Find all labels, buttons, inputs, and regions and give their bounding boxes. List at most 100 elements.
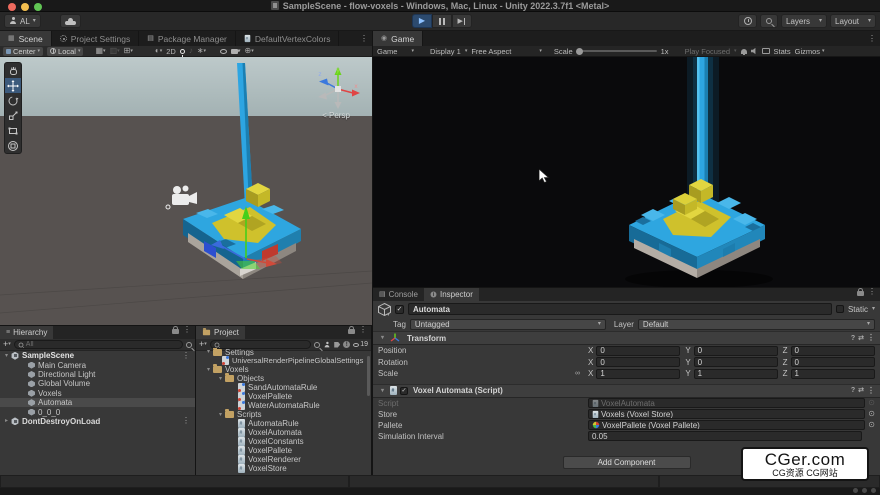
hierarchy-more-button[interactable] bbox=[179, 326, 195, 339]
foldout-arrow[interactable] bbox=[378, 335, 387, 341]
scale-slider[interactable] bbox=[577, 50, 657, 52]
tree-item-folder[interactable]: Objects bbox=[196, 374, 371, 383]
active-checkbox[interactable] bbox=[395, 305, 404, 314]
hierarchy-search-input[interactable]: All bbox=[14, 340, 183, 349]
more-icon[interactable] bbox=[182, 352, 193, 360]
aspect-dropdown[interactable]: Free Aspect bbox=[471, 47, 542, 56]
scale-link-icon[interactable] bbox=[575, 370, 580, 377]
snap-increment-button[interactable] bbox=[110, 47, 120, 55]
component-enabled-checkbox[interactable] bbox=[400, 387, 408, 395]
status-dot-icon[interactable] bbox=[862, 488, 867, 493]
status-dot-icon[interactable] bbox=[871, 488, 876, 493]
perspective-label[interactable]: < Persp bbox=[300, 111, 372, 120]
search-by-type-icon[interactable] bbox=[314, 342, 320, 348]
tab-default-vertex-colors[interactable]: DefaultVertexColors bbox=[236, 31, 340, 46]
foldout-arrow[interactable] bbox=[378, 388, 387, 394]
effects-dropdown[interactable] bbox=[197, 47, 206, 55]
label-icon[interactable] bbox=[334, 342, 340, 348]
tab-inspector[interactable]: iInspector bbox=[424, 288, 479, 301]
tree-item-script[interactable]: VoxelRenderer bbox=[196, 455, 371, 464]
vsync-icon[interactable] bbox=[762, 48, 770, 54]
project-more-button[interactable] bbox=[355, 326, 371, 339]
game-viewport[interactable] bbox=[372, 57, 880, 287]
position-y-field[interactable]: 0 bbox=[694, 346, 778, 356]
tree-item-script[interactable]: VoxelPallete bbox=[196, 446, 371, 455]
game-tabbar-more-button[interactable] bbox=[864, 31, 880, 46]
tree-item-asset[interactable]: SandAutomataRule bbox=[196, 383, 371, 392]
rotation-z-field[interactable]: 0 bbox=[791, 357, 875, 367]
favorites-icon[interactable] bbox=[324, 341, 330, 347]
toggle-2d-button[interactable]: 2D bbox=[166, 47, 176, 56]
display-dropdown[interactable]: Display 1 bbox=[430, 47, 467, 56]
play-focused-dropdown[interactable]: Play Focused bbox=[685, 47, 737, 56]
tab-console[interactable]: Console bbox=[373, 288, 424, 301]
mute-audio-toggle[interactable] bbox=[741, 49, 747, 54]
pallete-object-field[interactable]: VoxelPallete (Voxel Pallete) bbox=[588, 420, 865, 430]
search-by-type-icon[interactable] bbox=[186, 342, 192, 348]
object-picker-icon[interactable] bbox=[868, 421, 875, 429]
layers-dropdown[interactable]: Layers bbox=[781, 14, 827, 28]
expand-arrow[interactable] bbox=[204, 367, 213, 373]
tree-item-asset[interactable]: VoxelPallete bbox=[196, 392, 371, 401]
scale-slider-knob[interactable] bbox=[576, 48, 583, 55]
tree-item[interactable]: Main Camera bbox=[0, 360, 195, 369]
tree-item[interactable]: Directional Light bbox=[0, 370, 195, 379]
rotate-tool[interactable] bbox=[5, 93, 21, 108]
position-z-field[interactable]: 0 bbox=[791, 346, 875, 356]
rotation-y-field[interactable]: 0 bbox=[694, 357, 778, 367]
tree-item-selected[interactable]: Automata bbox=[0, 398, 195, 407]
tab-project-settings[interactable]: Project Settings bbox=[52, 31, 140, 46]
help-icon[interactable] bbox=[851, 387, 855, 394]
play-button[interactable] bbox=[412, 14, 432, 28]
scale-x-field[interactable]: 1 bbox=[596, 369, 680, 379]
stats-toggle[interactable]: Stats bbox=[774, 47, 791, 56]
cloud-services-button[interactable] bbox=[60, 14, 81, 28]
collapse-arrow[interactable] bbox=[2, 418, 11, 424]
step-button[interactable] bbox=[452, 14, 472, 28]
tree-item-script[interactable]: AutomataRule bbox=[196, 419, 371, 428]
project-scrollbar[interactable] bbox=[367, 356, 370, 396]
tree-item[interactable]: 0_0_0 bbox=[0, 407, 195, 416]
scene-viewport[interactable]: y x z < Persp bbox=[0, 57, 372, 325]
status-message-area[interactable] bbox=[0, 475, 349, 488]
tree-item-folder[interactable]: Voxels bbox=[196, 365, 371, 374]
rect-tool[interactable] bbox=[5, 123, 21, 138]
layer-dropdown[interactable]: Default bbox=[638, 319, 875, 330]
undo-history-button[interactable] bbox=[738, 14, 757, 28]
lock-icon[interactable] bbox=[857, 291, 864, 296]
camera-settings-dropdown[interactable] bbox=[231, 49, 241, 54]
more-icon[interactable] bbox=[867, 387, 875, 395]
pivot-dropdown[interactable]: Center bbox=[3, 47, 43, 56]
tree-item-folder[interactable]: Settings bbox=[196, 348, 371, 356]
tree-item-scene[interactable]: SampleScene bbox=[0, 351, 195, 360]
expand-arrow[interactable] bbox=[2, 353, 11, 359]
tab-game[interactable]: Game bbox=[373, 31, 423, 46]
tab-hierarchy[interactable]: ≡Hierarchy bbox=[0, 326, 53, 339]
tree-item-folder[interactable]: Scripts bbox=[196, 410, 371, 419]
tree-item[interactable]: Voxels bbox=[0, 389, 195, 398]
tab-package-manager[interactable]: Package Manager bbox=[139, 31, 236, 46]
voxel-automata-component-header[interactable]: Voxel Automata (Script) bbox=[373, 384, 880, 398]
scene-orientation-gizmo[interactable]: y x z bbox=[312, 62, 364, 112]
tab-project[interactable]: Project bbox=[196, 326, 245, 339]
volume-icon[interactable] bbox=[751, 48, 758, 55]
hierarchy-create-button[interactable] bbox=[3, 340, 11, 349]
add-component-button[interactable]: Add Component bbox=[563, 456, 691, 469]
tree-item-script[interactable]: VoxelConstants bbox=[196, 437, 371, 446]
tree-item-asset[interactable]: UniversalRenderPipelineGlobalSettings bbox=[196, 356, 371, 365]
scale-z-field[interactable]: 1 bbox=[791, 369, 875, 379]
position-x-field[interactable]: 0 bbox=[596, 346, 680, 356]
scene-audio-toggle[interactable] bbox=[189, 47, 193, 55]
layout-dropdown[interactable]: Layout bbox=[830, 14, 876, 28]
tree-item[interactable]: Global Volume bbox=[0, 379, 195, 388]
account-dropdown[interactable]: AL bbox=[4, 14, 41, 28]
grid-snapping-button[interactable] bbox=[95, 47, 105, 55]
rotation-x-field[interactable]: 0 bbox=[596, 357, 680, 367]
scale-y-field[interactable]: 1 bbox=[694, 369, 778, 379]
transform-tool[interactable] bbox=[5, 138, 21, 153]
presets-icon[interactable] bbox=[858, 387, 864, 394]
scene-visibility-toggle[interactable] bbox=[220, 49, 227, 54]
hidden-count[interactable]: 19 bbox=[353, 341, 368, 348]
status-dot-icon[interactable] bbox=[853, 488, 858, 493]
help-icon[interactable] bbox=[851, 335, 855, 342]
